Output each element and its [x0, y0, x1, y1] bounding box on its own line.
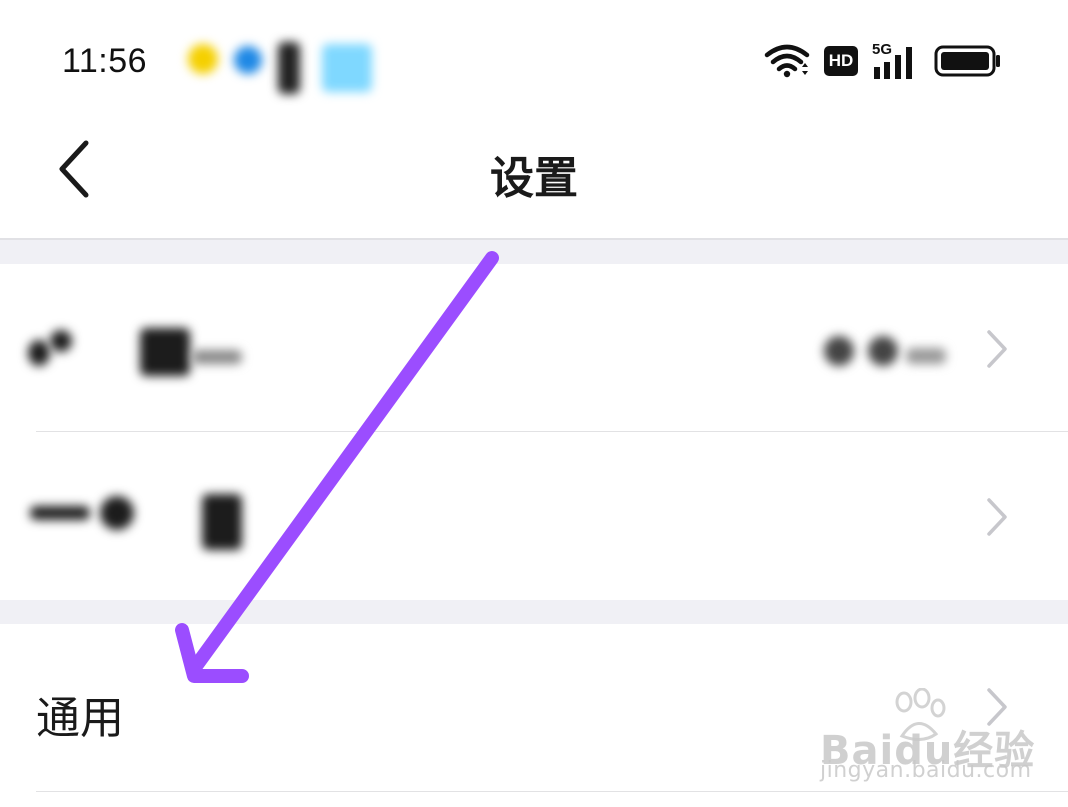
settings-row-obscured-2[interactable] — [0, 432, 1068, 600]
network-type-label: 5G — [872, 41, 893, 58]
status-bar: 11:56 HD 5G — [0, 0, 1068, 120]
section-gap — [0, 600, 1068, 624]
hd-badge-label: HD — [828, 51, 854, 70]
obscured-row-label — [22, 482, 282, 562]
watermark-url: jingyan.baidu.com — [820, 758, 1032, 783]
chevron-right-icon — [987, 330, 1007, 368]
section-gap — [0, 240, 1068, 264]
navigation-bar: 设置 — [0, 120, 1068, 238]
battery-icon — [934, 45, 1000, 77]
settings-row-label: 通用 — [36, 693, 124, 744]
page-title: 设置 — [490, 153, 578, 204]
obscured-row-value — [788, 326, 958, 376]
status-time: 11:56 — [62, 42, 148, 80]
baidu-watermark: Baidu经验 jingyan.baidu.com — [820, 688, 1040, 798]
notification-icons-obscured — [182, 38, 382, 94]
obscured-row-label — [22, 320, 262, 390]
chevron-right-icon — [987, 498, 1007, 536]
settings-row-obscured-1[interactable] — [0, 264, 1068, 432]
signal-5g-icon: 5G — [872, 41, 920, 79]
wifi-icon — [764, 44, 810, 78]
hd-badge-icon: HD — [824, 46, 858, 76]
system-status-icons: HD 5G — [764, 41, 1002, 80]
